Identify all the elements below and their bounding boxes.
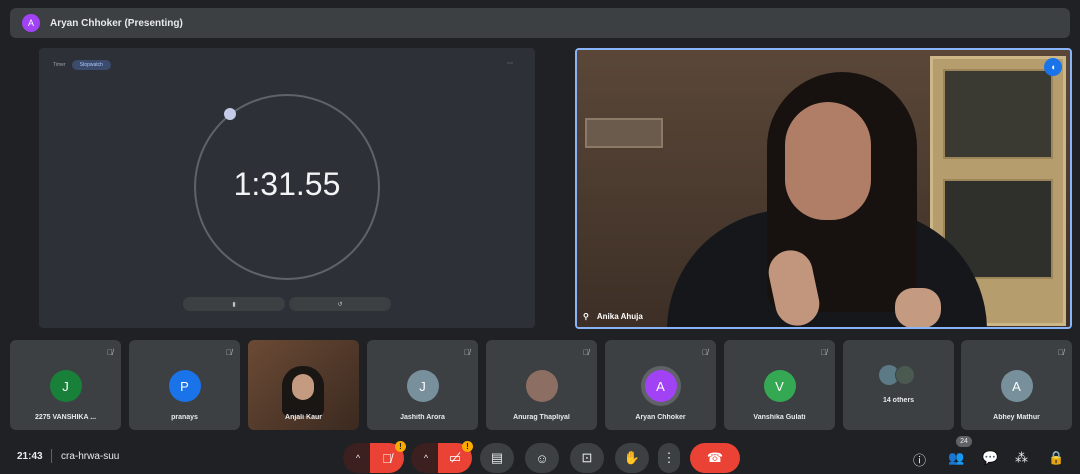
presenter-initial: A xyxy=(27,18,34,28)
mic-off-icon: 🎙̸ xyxy=(1058,348,1064,357)
participant-name: Anjali Kaur xyxy=(285,414,322,421)
participant-tile[interactable]: 🎙̸ J Jashith Arora xyxy=(367,340,478,430)
participant-avatar: P xyxy=(168,370,201,402)
leave-call-button[interactable]: ☎ xyxy=(690,443,740,473)
speaker-name-label: ⚲ Anika Ahuja xyxy=(583,312,643,321)
info-icon[interactable]: ⓘ xyxy=(913,450,926,469)
participant-name: Aryan Chhoker xyxy=(635,414,686,421)
window-controls: ⋯ xyxy=(507,61,521,67)
captions-button[interactable]: ▤ xyxy=(480,443,514,473)
people-icon[interactable]: 👥 xyxy=(948,450,964,466)
stopwatch-time: 1:31.55 xyxy=(233,166,341,202)
participant-tile[interactable]: 🎙̸ P pranays xyxy=(129,340,240,430)
stopwatch-progress-knob xyxy=(224,108,236,120)
avatar-initial: V xyxy=(775,378,784,394)
participant-tile[interactable]: 🎙̸ Anurag Thapliyal xyxy=(486,340,597,430)
participant-strip: 🎙̸ J 2275 VANSHIKA ... 🎙̸ P pranays Anja… xyxy=(10,340,1072,430)
mic-off-icon: 🎙̸ xyxy=(702,348,708,357)
participant-photo-avatar xyxy=(525,370,558,402)
presenter-avatar: A xyxy=(22,14,40,32)
others-count: 14 others xyxy=(882,397,915,404)
others-avatar xyxy=(895,365,915,385)
participant-avatar: J xyxy=(406,370,439,402)
speaker-face xyxy=(785,102,871,220)
current-time: 21:43 xyxy=(17,451,43,462)
wall-frame xyxy=(585,118,663,148)
pause-label: ▮ xyxy=(232,301,236,308)
emoji-button[interactable]: ☺ xyxy=(525,443,559,473)
stopwatch-tabs: Timer Stopwatch xyxy=(53,60,111,70)
participant-tile[interactable]: 🎙̸ A Aryan Chhoker xyxy=(605,340,716,430)
mic-options-button[interactable]: ^ xyxy=(343,443,373,473)
mic-off-icon: 🎙̸ xyxy=(107,348,113,357)
participant-avatar: A xyxy=(644,370,677,402)
speaking-indicator-icon: ◖ xyxy=(1044,58,1062,76)
participant-name: Vanshika Gulati xyxy=(753,414,806,421)
avatar-initial: J xyxy=(419,378,426,394)
more-options-button[interactable]: ⋮ xyxy=(658,443,680,473)
active-speaker-video[interactable]: ◖ ⚲ Anika Ahuja xyxy=(575,48,1072,329)
avatar-initial: P xyxy=(180,378,189,394)
mic-off-icon: 🎙̸ xyxy=(821,348,827,357)
reset-button: ↺ xyxy=(289,297,391,311)
stopwatch-tab: Stopwatch xyxy=(71,60,111,70)
mic-warning-icon: ! xyxy=(395,441,406,452)
participant-avatar: A xyxy=(1000,370,1033,402)
speaker-hand xyxy=(895,288,941,327)
presenting-title: Aryan Chhoker (Presenting) xyxy=(50,17,183,29)
divider xyxy=(51,449,52,463)
meeting-code: cra-hrwa-suu xyxy=(61,451,120,462)
activities-icon[interactable]: ⁂ xyxy=(1015,450,1028,466)
people-count: 24 xyxy=(960,438,968,445)
present-button[interactable]: ⊡ xyxy=(570,443,604,473)
participant-name: Abhey Mathur xyxy=(993,414,1040,421)
participant-avatar: V xyxy=(763,370,796,402)
pin-icon[interactable]: ⚲ xyxy=(583,312,589,321)
participant-name: 2275 VANSHIKA ... xyxy=(34,414,97,421)
mic-off-icon: 🎙̸ xyxy=(464,348,470,357)
chat-icon[interactable]: 💬 xyxy=(982,450,998,466)
speaker-name: Anika Ahuja xyxy=(596,312,643,321)
participant-tile[interactable]: 🎙̸ J 2275 VANSHIKA ... xyxy=(10,340,121,430)
avatar-initial: J xyxy=(62,378,69,394)
people-count-badge: 24 xyxy=(956,436,972,447)
mic-off-icon: 🎙̸ xyxy=(226,348,232,357)
participant-name: Anurag Thapliyal xyxy=(513,414,570,421)
participant-tile[interactable]: 🎙̸ V Vanshika Gulati xyxy=(724,340,835,430)
host-controls-icon[interactable]: 🔒 xyxy=(1048,450,1064,466)
camera-options-button[interactable]: ^ xyxy=(411,443,441,473)
reset-label: ↺ xyxy=(337,301,343,308)
presenting-banner: A Aryan Chhoker (Presenting) xyxy=(10,8,1070,38)
camera-warning-icon: ! xyxy=(462,441,473,452)
participant-avatar: J xyxy=(49,370,82,402)
pause-button: ▮ xyxy=(183,297,285,311)
participant-tile[interactable]: 🎙̸ A Abhey Mathur xyxy=(961,340,1072,430)
mic-off-icon: 🎙̸ xyxy=(583,348,589,357)
others-tile[interactable]: 14 others xyxy=(843,340,954,430)
avatar-initial: A xyxy=(656,378,665,394)
timer-tab: Timer xyxy=(53,62,66,68)
avatar-initial: A xyxy=(1012,378,1021,394)
participant-face xyxy=(292,374,314,400)
participant-name: pranays xyxy=(171,414,198,421)
raise-hand-button[interactable]: ✋ xyxy=(615,443,649,473)
control-bar: 21:43 cra-hrwa-suu ^ 🎙̸ ! ^ ▭̸ ! ▤ ☺ ⊡ ✋… xyxy=(0,438,1080,474)
presentation-view[interactable]: Timer Stopwatch ⋯ 1:31.55 ▮ ↺ xyxy=(39,48,535,328)
participant-tile-video[interactable]: Anjali Kaur xyxy=(248,340,359,430)
participant-name: Jashith Arora xyxy=(400,414,445,421)
